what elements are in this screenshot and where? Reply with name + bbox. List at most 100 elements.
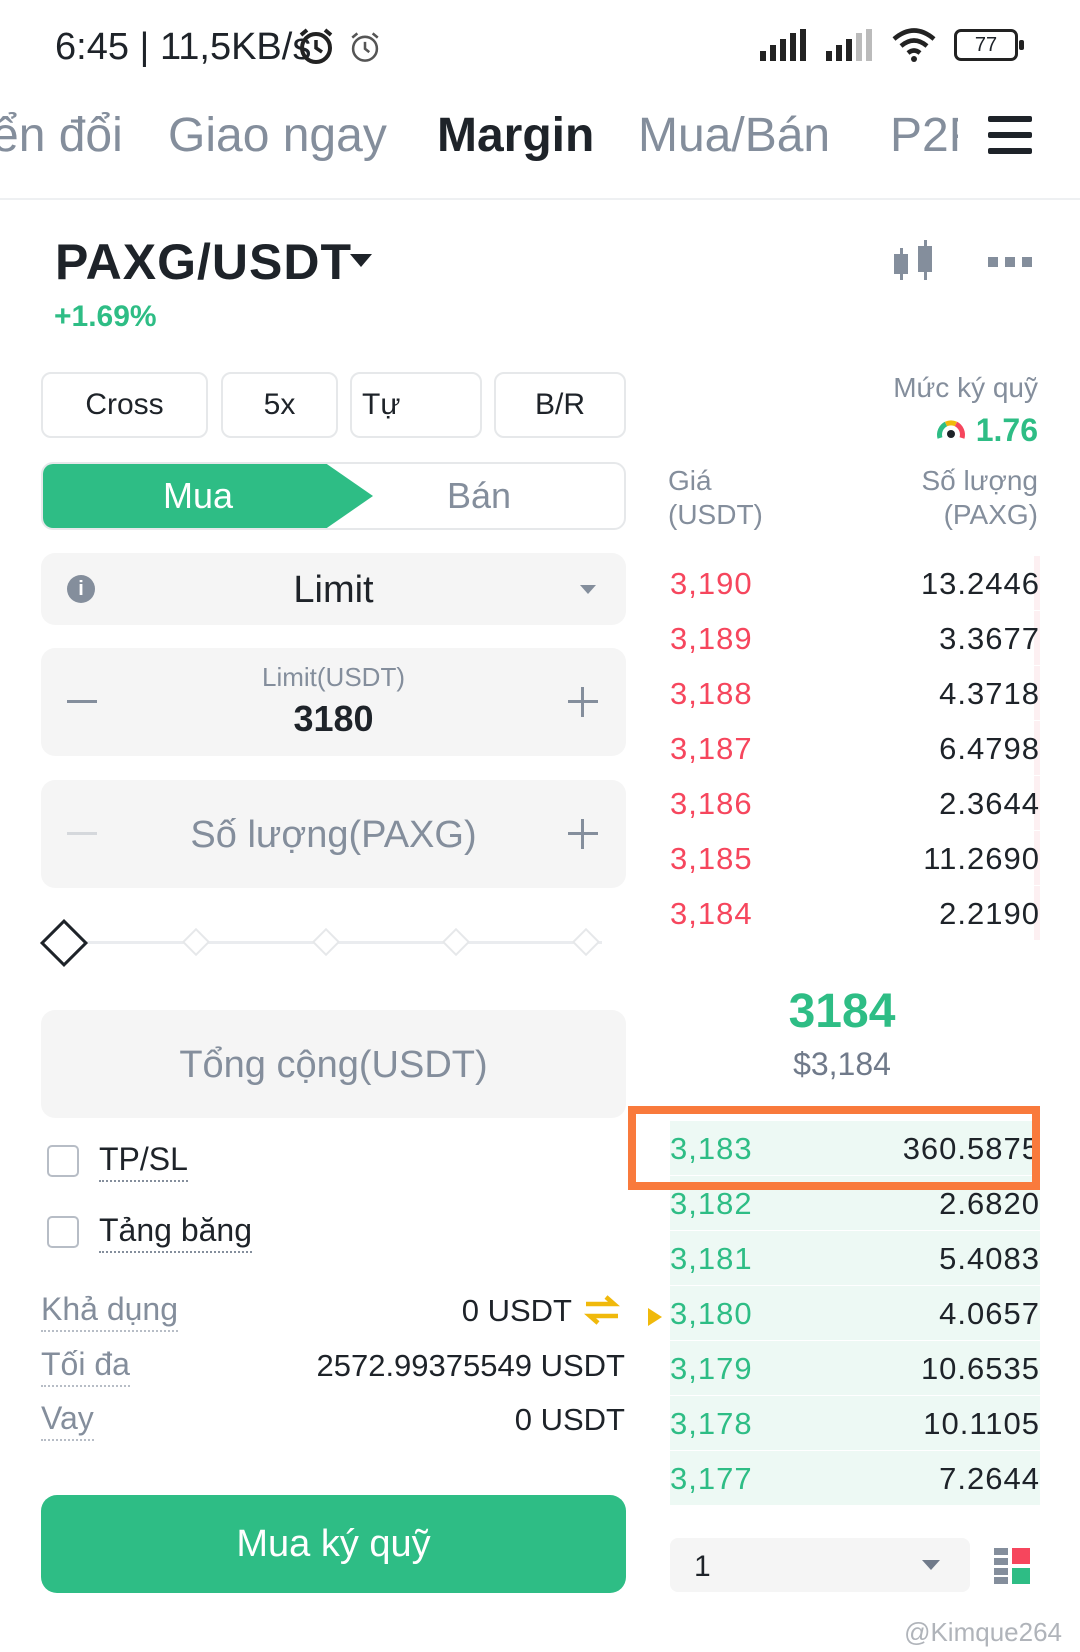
ask-price: 3,184 bbox=[670, 896, 753, 931]
ask-qty: 13.2446 bbox=[920, 566, 1040, 601]
bid-price: 3,182 bbox=[670, 1186, 753, 1221]
bid-qty: 7.2644 bbox=[939, 1461, 1040, 1496]
tp-sl-label[interactable]: TP/SL bbox=[99, 1141, 188, 1182]
status-right: 77 bbox=[760, 28, 1024, 62]
iceberg-label[interactable]: Tảng băng bbox=[99, 1212, 253, 1253]
tab-buy-sell[interactable]: Mua/Bán bbox=[638, 108, 830, 163]
bid-price: 3,179 bbox=[670, 1351, 753, 1386]
qty-header-label: Số lượng bbox=[921, 465, 1039, 496]
cross-chip[interactable]: Cross bbox=[41, 372, 208, 438]
quantity-input[interactable]: Số lượng(PAXG) bbox=[41, 780, 626, 888]
max-label: Tối đa bbox=[41, 1346, 130, 1387]
depth-value: 1 bbox=[694, 1550, 711, 1583]
current-order-marker-icon bbox=[648, 1308, 662, 1326]
depth-select[interactable]: 1 bbox=[670, 1538, 970, 1592]
borrow-label: Vay bbox=[41, 1400, 94, 1441]
available-label: Khả dụng bbox=[41, 1291, 179, 1332]
watermark: @Kimque264 bbox=[904, 1617, 1062, 1647]
margin-level-value: 1.76 bbox=[975, 412, 1038, 448]
battery-icon: 77 bbox=[954, 29, 1024, 61]
limit-price-input[interactable]: Limit(USDT) 3180 bbox=[41, 648, 626, 756]
tab-convert[interactable]: ển đổi bbox=[0, 108, 123, 163]
slider-step[interactable] bbox=[181, 927, 211, 957]
ask-row[interactable]: 3,185 11.2690 bbox=[670, 831, 1040, 885]
bid-row[interactable]: 3,177 7.2644 bbox=[670, 1451, 1040, 1505]
ask-row[interactable]: 3,190 13.2446 bbox=[670, 556, 1040, 610]
signal-icon bbox=[760, 29, 806, 61]
slider-step[interactable] bbox=[441, 927, 471, 957]
slider-step[interactable] bbox=[571, 927, 601, 957]
orderbook-layout-icon[interactable] bbox=[994, 1548, 1030, 1584]
order-type-label: Limit bbox=[293, 569, 374, 611]
menu-icon[interactable] bbox=[988, 116, 1032, 156]
bid-qty: 4.0657 bbox=[939, 1296, 1040, 1331]
bid-qty: 10.6535 bbox=[920, 1351, 1040, 1386]
bid-price: 3,180 bbox=[670, 1296, 753, 1331]
ask-row[interactable]: 3,186 2.3644 bbox=[670, 776, 1040, 830]
borrow-value: 0 USDT bbox=[514, 1402, 625, 1437]
more-icon[interactable] bbox=[988, 256, 1032, 268]
pair-title[interactable]: PAXG/USDT bbox=[55, 233, 352, 291]
sell-tab[interactable]: Bán bbox=[334, 464, 624, 528]
tab-spot[interactable]: Giao ngay bbox=[168, 108, 387, 163]
tab-margin[interactable]: Margin bbox=[437, 108, 594, 163]
iceberg-checkbox[interactable] bbox=[47, 1216, 79, 1248]
bid-row[interactable]: 3,181 5.4083 bbox=[670, 1231, 1040, 1285]
bid-qty: 5.4083 bbox=[939, 1241, 1040, 1276]
borrow-repay-chip[interactable]: B/R bbox=[494, 372, 626, 438]
tp-sl-checkbox[interactable] bbox=[47, 1145, 79, 1177]
qty-header-unit: (PAXG) bbox=[943, 499, 1038, 530]
qty-header: Số lượng (PAXG) bbox=[922, 464, 1039, 532]
slider-handle[interactable] bbox=[39, 918, 89, 968]
slider-step[interactable] bbox=[311, 927, 341, 957]
buy-sell-toggle: Bán Mua bbox=[41, 462, 626, 530]
limit-price-value[interactable]: 3180 bbox=[41, 698, 626, 740]
ask-row[interactable]: 3,188 4.3718 bbox=[670, 666, 1040, 720]
top-tabs: ển đổi Giao ngay Margin Mua/Bán P2P bbox=[0, 108, 1080, 200]
quantity-placeholder: Số lượng(PAXG) bbox=[190, 814, 477, 856]
order-type-select[interactable]: i Limit bbox=[41, 553, 626, 625]
wifi-icon bbox=[892, 28, 936, 62]
transfer-icon[interactable] bbox=[584, 1294, 620, 1326]
last-price[interactable]: 3184 bbox=[670, 984, 1014, 1039]
ask-qty: 6.4798 bbox=[939, 731, 1040, 766]
plus-icon[interactable] bbox=[568, 687, 598, 717]
ask-price: 3,187 bbox=[670, 731, 753, 766]
bid-qty: 10.1105 bbox=[923, 1406, 1040, 1441]
ask-row[interactable]: 3,184 2.2190 bbox=[670, 886, 1040, 940]
chevron-down-icon bbox=[580, 585, 596, 594]
bid-row[interactable]: 3,179 10.6535 bbox=[670, 1341, 1040, 1395]
tab-p2p[interactable]: P2P bbox=[890, 108, 958, 163]
caret-down-icon[interactable] bbox=[350, 254, 372, 267]
ask-qty: 11.2690 bbox=[923, 841, 1040, 876]
margin-level-label: Mức ký quỹ bbox=[893, 372, 1038, 403]
ask-qty: 2.3644 bbox=[939, 786, 1040, 821]
ask-row[interactable]: 3,187 6.4798 bbox=[670, 721, 1040, 775]
bid-price: 3,177 bbox=[670, 1461, 753, 1496]
total-placeholder: Tổng cộng(USDT) bbox=[179, 1044, 488, 1086]
auto-chip[interactable]: Tự bbox=[350, 372, 482, 438]
alarm-icon bbox=[299, 28, 333, 64]
ask-price: 3,185 bbox=[670, 841, 753, 876]
price-header-unit: (USDT) bbox=[668, 499, 763, 530]
max-value: 2572.99375549 USDT bbox=[316, 1348, 625, 1383]
margin-buy-button[interactable]: Mua ký quỹ bbox=[41, 1495, 626, 1593]
leverage-chip[interactable]: 5x bbox=[221, 372, 338, 438]
ask-price: 3,186 bbox=[670, 786, 753, 821]
ask-row[interactable]: 3,189 3.3677 bbox=[670, 611, 1040, 665]
bid-qty: 2.6820 bbox=[939, 1186, 1040, 1221]
ask-qty: 3.3677 bbox=[939, 621, 1040, 656]
candlestick-chart-icon[interactable] bbox=[890, 240, 940, 284]
bid-price: 3,178 bbox=[670, 1406, 753, 1441]
buy-tab[interactable]: Mua bbox=[43, 464, 373, 528]
gauge-icon bbox=[937, 420, 965, 439]
total-input[interactable]: Tổng cộng(USDT) bbox=[41, 1010, 626, 1118]
bid-row[interactable]: 3,180 4.0657 bbox=[670, 1286, 1040, 1340]
limit-price-label: Limit(USDT) bbox=[262, 662, 405, 692]
signal-icon bbox=[826, 29, 872, 61]
ask-price: 3,190 bbox=[670, 566, 753, 601]
chevron-down-icon bbox=[922, 1560, 940, 1570]
bid-row[interactable]: 3,178 10.1105 bbox=[670, 1396, 1040, 1450]
plus-icon[interactable] bbox=[568, 819, 598, 849]
ask-price: 3,188 bbox=[670, 676, 753, 711]
